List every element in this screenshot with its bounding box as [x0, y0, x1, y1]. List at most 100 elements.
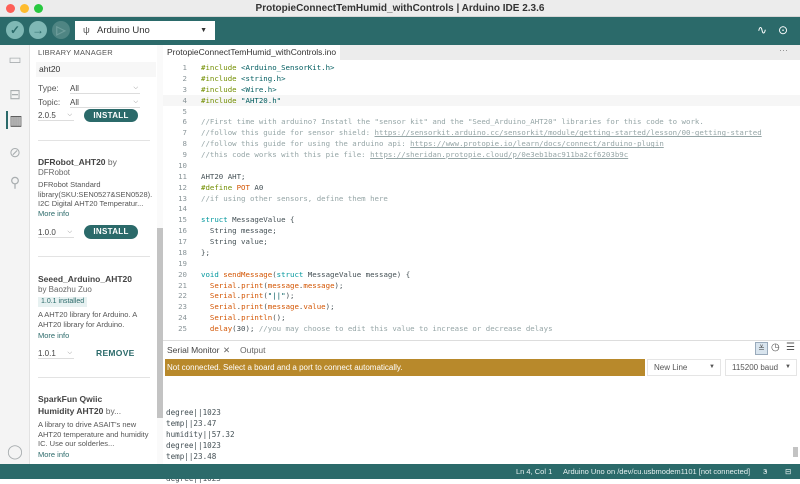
baud-rate-select[interactable]: 115200 baud ▼: [725, 359, 797, 376]
line-number: 5: [182, 106, 187, 116]
code-line[interactable]: 7 //follow this guide for sensor shield: …: [163, 127, 800, 138]
output-scrollbar[interactable]: [793, 447, 798, 457]
code-line[interactable]: 12 #define POT A0: [163, 182, 800, 193]
close-window-button[interactable]: [6, 4, 15, 13]
code-line[interactable]: 17 String value;: [163, 236, 800, 247]
code-line[interactable]: 3 #include <Wire.h>: [163, 84, 800, 95]
usb-icon: ψ: [83, 25, 90, 36]
autoscroll-toggle[interactable]: ≚: [755, 342, 768, 355]
code-editor[interactable]: 1 #include <Arduino_SensorKit.h> 2 #include…: [163, 60, 800, 340]
chevron-down-icon: ▼: [709, 364, 715, 370]
version-select[interactable]: 2.0.5 ⌵: [38, 110, 74, 121]
more-icon[interactable]: ···: [779, 45, 788, 55]
install-button[interactable]: INSTALL: [84, 109, 138, 122]
verify-button[interactable]: ✓: [6, 21, 24, 39]
code-token: MessageValue {: [227, 215, 295, 225]
code-line[interactable]: 13 //if using other sensors, define them …: [163, 193, 800, 204]
code-line[interactable]: 24 Serial.println();: [163, 312, 800, 323]
serial-output-line: temp||23.48: [166, 452, 217, 461]
serial-output-line: degree||1023: [166, 441, 221, 450]
code-line[interactable]: 11 AHT20 AHT;: [163, 171, 800, 182]
code-line[interactable]: 20 void sendMessage(struct MessageValue m…: [163, 269, 800, 280]
code-line[interactable]: 15 struct MessageValue {: [163, 214, 800, 225]
code-token[interactable]: https://www.protopie.io/learn/docs/conne…: [410, 139, 664, 148]
serial-plotter-button[interactable]: ∿: [757, 23, 767, 37]
tab-output[interactable]: Output: [240, 345, 266, 355]
more-info-link[interactable]: More info: [38, 209, 69, 218]
code-text: //follow this guide for sensor shield: h…: [201, 127, 762, 138]
window-title: ProtopieConnectTemHumid_withControls | A…: [255, 3, 545, 14]
code-line[interactable]: 25 delay(30); //you may choose to edit t…: [163, 323, 800, 334]
code-line[interactable]: 19: [163, 258, 800, 269]
message-input-banner[interactable]: Not connected. Select a board and a port…: [165, 359, 645, 376]
version-select[interactable]: 1.0.0 ⌵: [38, 227, 74, 238]
code-line[interactable]: 6 //First time with arduino? Instatl the …: [163, 116, 800, 127]
more-info-link[interactable]: More info: [38, 331, 69, 340]
board-selector[interactable]: ψ Arduino Uno ▼: [75, 21, 215, 40]
code-token: message: [303, 280, 335, 290]
line-number: 2: [182, 73, 187, 83]
topic-select[interactable]: All ⌵: [70, 97, 140, 108]
code-line[interactable]: 10: [163, 160, 800, 171]
debug-button[interactable]: ▷: [52, 21, 70, 39]
code-line[interactable]: 21 Serial.print(message.message);: [163, 280, 800, 291]
code-line[interactable]: 16 String message;: [163, 225, 800, 236]
code-text: String value;: [201, 236, 268, 247]
code-line[interactable]: 8 //follow this guide for using the ardui…: [163, 138, 800, 149]
search-button[interactable]: ⚲: [6, 173, 24, 191]
debug-panel-button[interactable]: ⊘: [6, 143, 24, 161]
upload-button[interactable]: →: [29, 21, 47, 39]
line-ending-select[interactable]: New Line ▼: [647, 359, 721, 376]
close-icon[interactable]: ✕: [223, 345, 230, 356]
code-token[interactable]: https://sheridan.protopie.cloud/p/0e3eb1…: [370, 150, 628, 159]
line-number: 18: [178, 247, 187, 257]
code-token: );: [334, 280, 344, 290]
library-manager-button[interactable]: ▥: [6, 111, 24, 129]
code-line[interactable]: 2 #include <string.h>: [163, 73, 800, 84]
clear-output-button[interactable]: ☰: [786, 342, 795, 353]
code-line[interactable]: 23 Serial.print(message.value);: [163, 301, 800, 312]
code-line[interactable]: 14: [163, 203, 800, 214]
code-token: print: [241, 302, 264, 312]
code-token: #include: [201, 73, 242, 83]
profile-button[interactable]: ◯: [6, 442, 24, 460]
library-icon: ▥: [9, 112, 23, 128]
code-token: String value;: [201, 237, 268, 246]
type-select[interactable]: All ⌵: [70, 83, 140, 94]
tab-serial-monitor[interactable]: Serial Monitor: [167, 345, 219, 355]
chevron-down-icon: ⌵: [67, 112, 72, 118]
code-line[interactable]: 22 Serial.print("||");: [163, 290, 800, 301]
library-manager-header: LIBRARY MANAGER: [38, 48, 113, 57]
code-line[interactable]: 4 #include "AHT20.h": [163, 94, 800, 106]
timestamp-toggle[interactable]: ◷: [771, 342, 780, 353]
boards-manager-button[interactable]: ⊟: [6, 85, 24, 103]
more-info-link[interactable]: More info: [38, 450, 69, 459]
code-text: void sendMessage(struct MessageValue mes…: [201, 269, 410, 280]
code-token: Serial: [209, 280, 237, 290]
library-search-input[interactable]: aht20: [36, 62, 156, 77]
code-token: MessageValue message) {: [303, 269, 411, 279]
minimize-window-button[interactable]: [20, 4, 29, 13]
version-value: 1.0.0: [38, 228, 56, 237]
library-title: SparkFun Qwiic Humidity AHT20 by...: [38, 393, 138, 417]
install-button[interactable]: INSTALL: [84, 225, 138, 239]
code-token[interactable]: https://sensorkit.arduino.cc/sensorkit/m…: [375, 128, 762, 137]
serial-monitor-button[interactable]: ⊙: [778, 23, 788, 37]
code-text: Serial.print("||");: [201, 290, 295, 301]
folder-icon: ▭: [8, 51, 22, 67]
code-line[interactable]: 9 //this code works with this pie file: h…: [163, 149, 800, 160]
tab-sketch[interactable]: ProtopieConnectTemHumid_withControls.ino: [163, 45, 341, 60]
code-line[interactable]: 1 #include <Arduino_SensorKit.h>: [163, 62, 800, 73]
remove-button[interactable]: REMOVE: [96, 348, 135, 358]
window-controls[interactable]: [6, 4, 43, 13]
version-select[interactable]: 1.0.1 ⌵: [38, 348, 74, 359]
zoom-window-button[interactable]: [34, 4, 43, 13]
line-number: 11: [178, 171, 187, 181]
sketchbook-button[interactable]: ▭: [6, 50, 24, 68]
code-text: #include <string.h>: [201, 73, 286, 84]
pulse-icon: ∿: [757, 23, 768, 37]
code-line[interactable]: 18};: [163, 247, 800, 258]
line-number: 4: [182, 95, 187, 105]
library-name: SparkFun Qwiic Humidity AHT20: [38, 394, 104, 416]
code-line[interactable]: 5: [163, 106, 800, 117]
